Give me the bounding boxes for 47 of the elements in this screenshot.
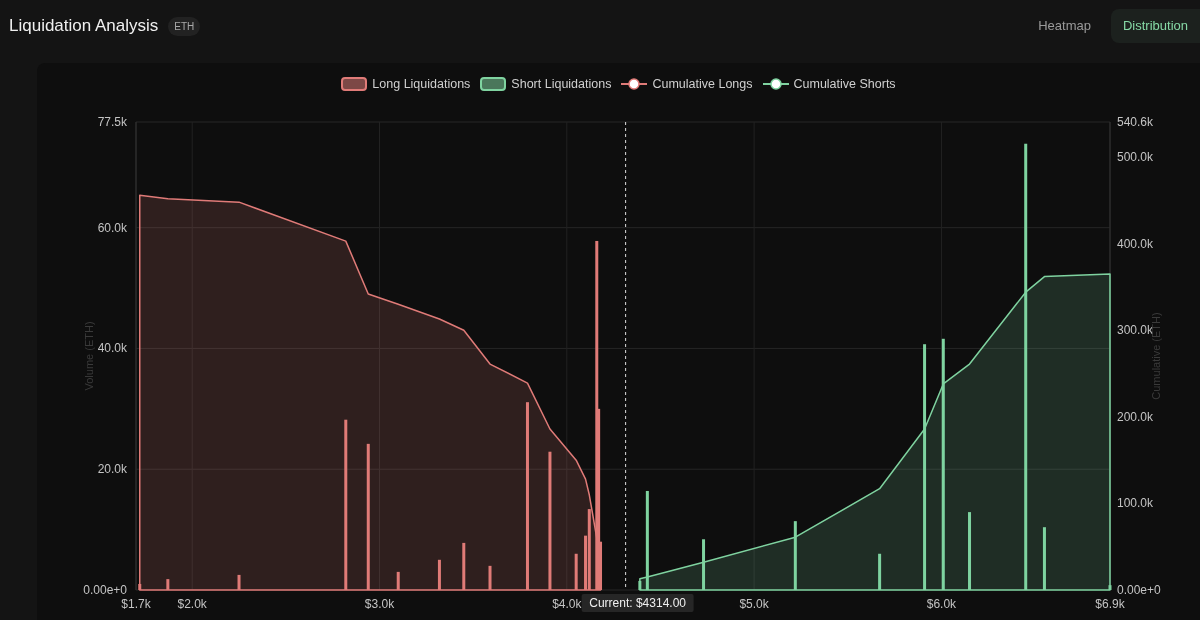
x-axis-label: $3.0k [364, 597, 395, 611]
liquidation-bar [793, 521, 797, 590]
y-axis-label: 200.0k [1117, 409, 1154, 424]
asset-badge: ETH [168, 16, 201, 36]
liquidation-bar [638, 580, 642, 590]
y-axis-label: 400.0k [1117, 236, 1154, 251]
liquidation-bar [138, 583, 142, 590]
y-axis-label: 100.0k [1117, 496, 1154, 511]
view-tab[interactable]: Distribution [1110, 9, 1200, 43]
legend-label[interactable]: Long Liquidations [372, 74, 471, 94]
liquidation-bar [462, 542, 466, 590]
y-axis-label: 40.0k [97, 341, 127, 356]
y-axis-label: 0.00e+0 [1117, 583, 1161, 597]
x-axis-label: $6.0k [926, 597, 957, 611]
liquidation-bar [437, 559, 441, 590]
y-axis-label: 60.0k [97, 220, 127, 235]
y-axis-label: 500.0k [1117, 150, 1154, 165]
x-axis-label: $2.0k [177, 597, 207, 611]
liquidation-bar [702, 539, 706, 590]
legend-swatch-icon [341, 77, 368, 91]
liquidation-bar [574, 553, 578, 590]
legend-label[interactable]: Cumulative Longs [652, 74, 753, 94]
current-price-tag: Current: $4314.00 [581, 594, 694, 612]
y-axis-label: 77.5k [97, 115, 127, 129]
liquidation-bar [1042, 527, 1046, 590]
view-tab[interactable]: Heatmap [1026, 9, 1103, 43]
legend-line-icon [762, 77, 789, 91]
y-axis-label: 540.6k [1117, 115, 1154, 129]
liquidation-bar [878, 553, 882, 590]
legend-label[interactable]: Cumulative Shorts [793, 74, 896, 94]
legend-swatch-icon [480, 77, 507, 91]
liquidation-bar [237, 574, 241, 590]
legend-label[interactable]: Short Liquidations [511, 74, 612, 94]
x-axis-label: $6.9k [1095, 597, 1125, 611]
page-title: Liquidation Analysis [9, 15, 159, 38]
x-axis-label: $5.0k [739, 597, 769, 611]
liquidation-bar [396, 571, 400, 590]
y-axis-label: 20.0k [97, 462, 127, 477]
legend-line-icon [621, 77, 648, 91]
x-axis-label: $1.7k [121, 597, 151, 611]
liquidation-bar [488, 565, 492, 590]
liquidation-bar [1108, 585, 1112, 590]
x-axis-label: $4.0k [552, 597, 582, 611]
y-axis-label: 300.0k [1117, 323, 1154, 338]
y-axis-label: 0.00e+0 [83, 583, 127, 597]
liquidation-bar [166, 579, 170, 590]
ref-line-label: Current: $4314.00 [589, 596, 687, 610]
